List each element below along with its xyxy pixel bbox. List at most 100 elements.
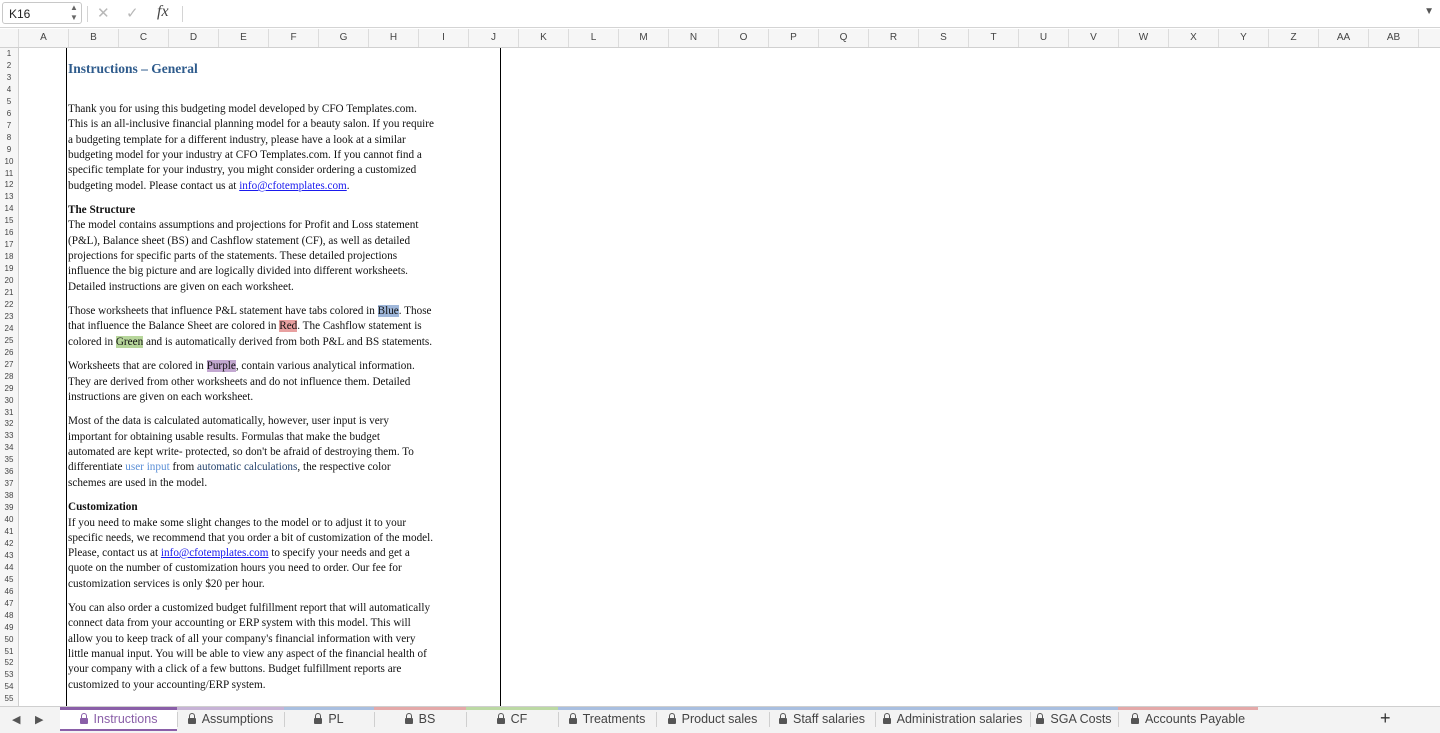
sheet-tab-instructions[interactable]: Instructions bbox=[60, 707, 177, 731]
row-header-14[interactable]: 14 bbox=[0, 203, 18, 215]
email-link[interactable]: info@cfotemplates.com bbox=[161, 547, 269, 559]
row-header-42[interactable]: 42 bbox=[0, 538, 18, 550]
column-header-e[interactable]: E bbox=[219, 29, 269, 47]
row-header-12[interactable]: 12 bbox=[0, 179, 18, 191]
formula-input[interactable] bbox=[190, 6, 1410, 22]
row-header-44[interactable]: 44 bbox=[0, 562, 18, 574]
row-header-29[interactable]: 29 bbox=[0, 383, 18, 395]
formula-bar-expand-chevron-down-icon[interactable]: ▼ bbox=[1424, 6, 1434, 17]
sheet-tab-bs[interactable]: BS bbox=[374, 707, 466, 730]
row-header-25[interactable]: 25 bbox=[0, 335, 18, 347]
row-header-46[interactable]: 46 bbox=[0, 586, 18, 598]
column-header-ab[interactable]: AB bbox=[1369, 29, 1419, 47]
row-header-8[interactable]: 8 bbox=[0, 132, 18, 144]
column-header-k[interactable]: K bbox=[519, 29, 569, 47]
sheet-tab-pl[interactable]: PL bbox=[284, 707, 374, 730]
row-header-28[interactable]: 28 bbox=[0, 371, 18, 383]
sheet-tab-assumptions[interactable]: Assumptions bbox=[177, 707, 284, 730]
column-header-f[interactable]: F bbox=[269, 29, 319, 47]
sheet-tab-product-sales[interactable]: Product sales bbox=[656, 707, 769, 730]
row-header-55[interactable]: 55 bbox=[0, 693, 18, 705]
column-header-o[interactable]: O bbox=[719, 29, 769, 47]
column-header-j[interactable]: J bbox=[469, 29, 519, 47]
row-header-45[interactable]: 45 bbox=[0, 574, 18, 586]
select-all-corner[interactable] bbox=[0, 29, 19, 47]
column-header-g[interactable]: G bbox=[319, 29, 369, 47]
row-header-6[interactable]: 6 bbox=[0, 108, 18, 120]
row-header-24[interactable]: 24 bbox=[0, 323, 18, 335]
row-header-10[interactable]: 10 bbox=[0, 156, 18, 168]
column-header-z[interactable]: Z bbox=[1269, 29, 1319, 47]
name-box-stepper-icon[interactable]: ▲ ▼ bbox=[69, 3, 79, 23]
row-header-48[interactable]: 48 bbox=[0, 610, 18, 622]
row-header-3[interactable]: 3 bbox=[0, 72, 18, 84]
row-header-18[interactable]: 18 bbox=[0, 251, 18, 263]
row-header-38[interactable]: 38 bbox=[0, 490, 18, 502]
column-header-a[interactable]: A bbox=[19, 29, 69, 47]
row-header-33[interactable]: 33 bbox=[0, 430, 18, 442]
column-header-x[interactable]: X bbox=[1169, 29, 1219, 47]
row-header-36[interactable]: 36 bbox=[0, 466, 18, 478]
row-header-20[interactable]: 20 bbox=[0, 275, 18, 287]
row-header-49[interactable]: 49 bbox=[0, 622, 18, 634]
row-header-41[interactable]: 41 bbox=[0, 526, 18, 538]
row-header-19[interactable]: 19 bbox=[0, 263, 18, 275]
row-header-1[interactable]: 1 bbox=[0, 48, 18, 60]
name-box[interactable]: K16 ▲ ▼ bbox=[2, 2, 82, 24]
sheet-tab-staff-salaries[interactable]: Staff salaries bbox=[769, 707, 875, 730]
row-header-43[interactable]: 43 bbox=[0, 550, 18, 562]
row-header-15[interactable]: 15 bbox=[0, 215, 18, 227]
row-header-32[interactable]: 32 bbox=[0, 418, 18, 430]
column-header-p[interactable]: P bbox=[769, 29, 819, 47]
row-header-23[interactable]: 23 bbox=[0, 311, 18, 323]
sheet-tab-cf[interactable]: CF bbox=[466, 707, 558, 730]
row-header-2[interactable]: 2 bbox=[0, 60, 18, 72]
row-header-27[interactable]: 27 bbox=[0, 359, 18, 371]
row-header-50[interactable]: 50 bbox=[0, 634, 18, 646]
column-header-d[interactable]: D bbox=[169, 29, 219, 47]
column-header-u[interactable]: U bbox=[1019, 29, 1069, 47]
row-header-22[interactable]: 22 bbox=[0, 299, 18, 311]
column-header-aa[interactable]: AA bbox=[1319, 29, 1369, 47]
column-header-n[interactable]: N bbox=[669, 29, 719, 47]
column-header-v[interactable]: V bbox=[1069, 29, 1119, 47]
row-header-7[interactable]: 7 bbox=[0, 120, 18, 132]
sheet-tab-administration-salaries[interactable]: Administration salaries bbox=[875, 707, 1030, 730]
row-header-53[interactable]: 53 bbox=[0, 669, 18, 681]
row-header-34[interactable]: 34 bbox=[0, 442, 18, 454]
row-header-39[interactable]: 39 bbox=[0, 502, 18, 514]
row-header-40[interactable]: 40 bbox=[0, 514, 18, 526]
email-link[interactable]: info@cfotemplates.com bbox=[239, 180, 347, 192]
column-header-c[interactable]: C bbox=[119, 29, 169, 47]
row-header-13[interactable]: 13 bbox=[0, 191, 18, 203]
row-header-35[interactable]: 35 bbox=[0, 454, 18, 466]
sheet-tab-sga-costs[interactable]: SGA Costs bbox=[1030, 707, 1118, 730]
row-header-17[interactable]: 17 bbox=[0, 239, 18, 251]
column-header-m[interactable]: M bbox=[619, 29, 669, 47]
row-header-5[interactable]: 5 bbox=[0, 96, 18, 108]
row-header-30[interactable]: 30 bbox=[0, 395, 18, 407]
column-header-b[interactable]: B bbox=[69, 29, 119, 47]
column-header-r[interactable]: R bbox=[869, 29, 919, 47]
function-fx-icon[interactable]: fx bbox=[157, 3, 169, 21]
row-header-9[interactable]: 9 bbox=[0, 144, 18, 156]
row-header-52[interactable]: 52 bbox=[0, 657, 18, 669]
row-header-26[interactable]: 26 bbox=[0, 347, 18, 359]
add-sheet-plus-icon[interactable]: + bbox=[1380, 708, 1391, 729]
row-header-54[interactable]: 54 bbox=[0, 681, 18, 693]
column-header-s[interactable]: S bbox=[919, 29, 969, 47]
scroll-tabs-right-icon[interactable]: ▶ bbox=[35, 713, 43, 726]
scroll-tabs-left-icon[interactable]: ◀ bbox=[12, 713, 20, 726]
row-header-4[interactable]: 4 bbox=[0, 84, 18, 96]
column-header-q[interactable]: Q bbox=[819, 29, 869, 47]
column-header-l[interactable]: L bbox=[569, 29, 619, 47]
sheet-tab-treatments[interactable]: Treatments bbox=[558, 707, 656, 730]
confirm-check-icon[interactable]: ✓ bbox=[126, 4, 139, 22]
row-header-16[interactable]: 16 bbox=[0, 227, 18, 239]
row-header-37[interactable]: 37 bbox=[0, 478, 18, 490]
column-header-y[interactable]: Y bbox=[1219, 29, 1269, 47]
column-header-t[interactable]: T bbox=[969, 29, 1019, 47]
cancel-x-icon[interactable]: ✕ bbox=[97, 4, 110, 22]
sheet-tab-accounts-payable[interactable]: Accounts Payable bbox=[1118, 707, 1258, 730]
column-header-w[interactable]: W bbox=[1119, 29, 1169, 47]
